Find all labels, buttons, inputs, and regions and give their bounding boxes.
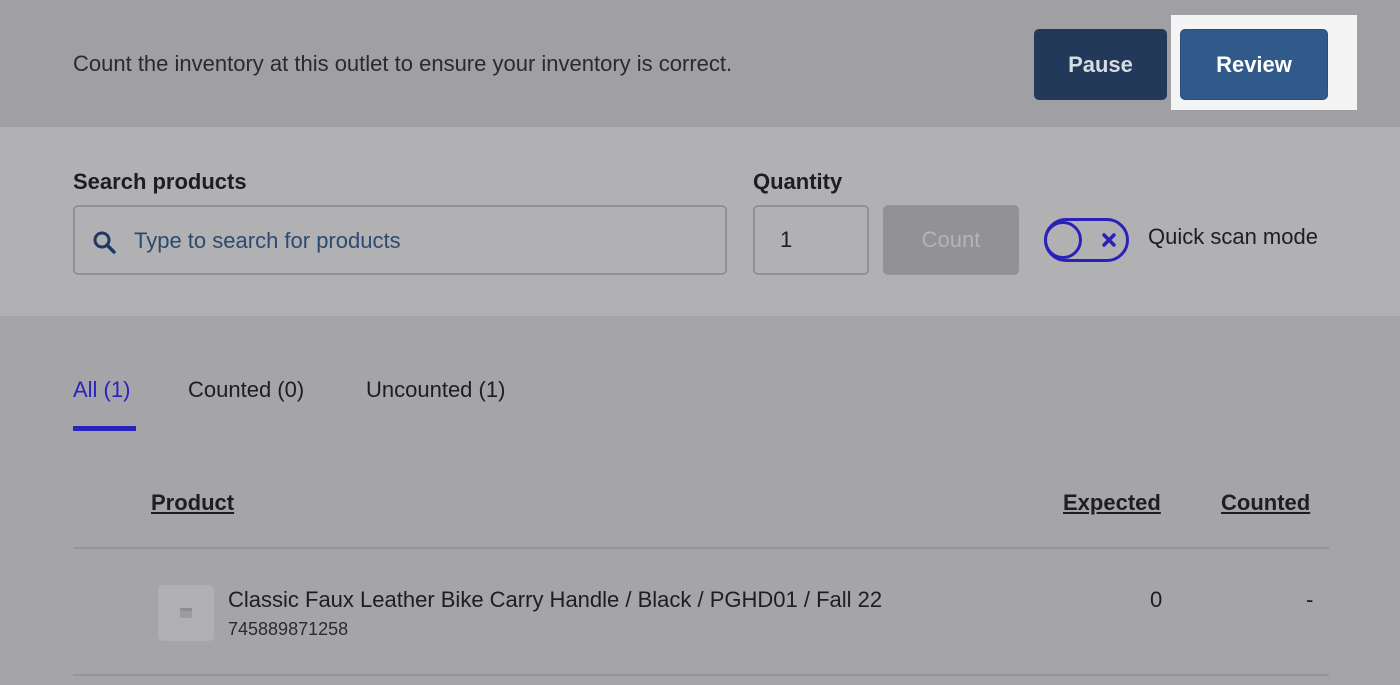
active-tab-indicator: [73, 426, 136, 431]
toggle-knob: [1044, 221, 1082, 259]
tab-all[interactable]: All (1): [73, 377, 130, 403]
close-icon: [1102, 233, 1116, 247]
search-placeholder: Type to search for products: [134, 228, 401, 253]
product-sku: 745889871258: [228, 619, 349, 639]
counted-value: -: [1306, 587, 1314, 612]
column-header-product[interactable]: Product: [151, 490, 234, 516]
review-button[interactable]: Review: [1180, 29, 1328, 100]
search-label: Search products: [73, 169, 247, 194]
quick-scan-label: Quick scan mode: [1148, 224, 1318, 249]
column-header-counted[interactable]: Counted: [1221, 490, 1310, 516]
count-button[interactable]: Count: [883, 205, 1019, 275]
image-placeholder-icon: [180, 608, 192, 618]
expected-count: 0: [1150, 587, 1163, 612]
pause-button[interactable]: Pause: [1034, 29, 1167, 100]
tab-counted[interactable]: Counted (0): [188, 377, 304, 403]
product-name: Classic Faux Leather Bike Carry Handle /…: [228, 587, 883, 612]
table-header-divider: [73, 547, 1329, 549]
instruction-text: Count the inventory at this outlet to en…: [73, 51, 733, 76]
tab-uncounted[interactable]: Uncounted (1): [366, 377, 505, 403]
quantity-label: Quantity: [753, 169, 843, 194]
quantity-input[interactable]: 1: [753, 205, 869, 275]
search-icon: [93, 231, 116, 254]
row-divider: [73, 674, 1329, 676]
column-header-expected[interactable]: Expected: [1063, 490, 1161, 516]
quick-scan-toggle[interactable]: [1044, 218, 1129, 262]
